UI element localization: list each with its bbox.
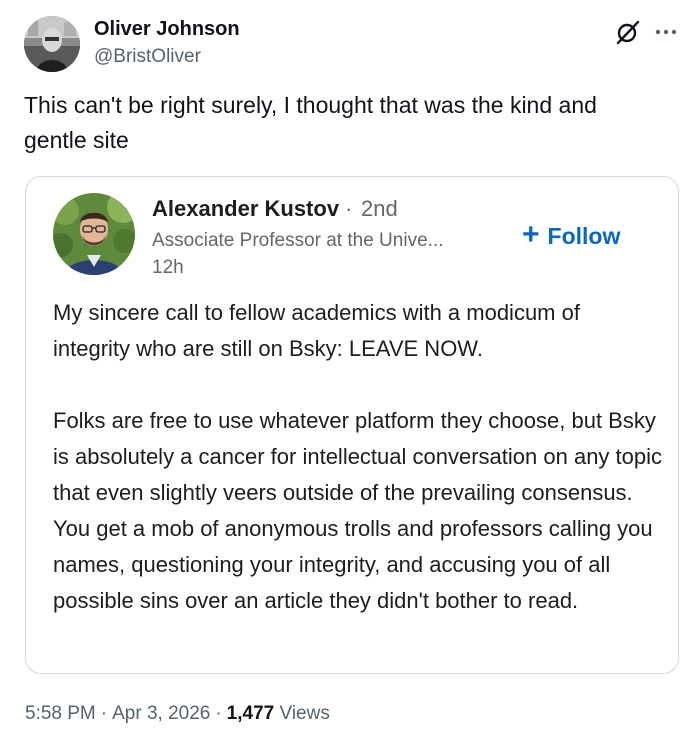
more-options-icon[interactable] — [653, 22, 679, 42]
quoted-paragraph: My sincere call to fellow academics with… — [53, 300, 580, 361]
views-label: Views — [279, 703, 330, 724]
grok-icon[interactable] — [615, 19, 641, 45]
author-handle[interactable]: @BristOliver — [94, 45, 201, 69]
tweet-meta: 5:58 PM · Apr 3, 2026 · 1,477 Views — [25, 701, 330, 727]
quoted-paragraph: Folks are free to use whatever platform … — [53, 408, 663, 613]
quoted-post-card[interactable]: Alexander Kustov · 2nd Associate Profess… — [25, 176, 679, 674]
quoted-post-time: 12h — [152, 257, 184, 278]
quoted-author-separator: · — [345, 196, 353, 221]
quoted-author-title: Associate Professor at the Unive... — [152, 230, 444, 251]
meta-separator: · — [215, 703, 222, 724]
quoted-author-name[interactable]: Alexander Kustov — [152, 195, 339, 223]
meta-separator: · — [100, 703, 108, 724]
post-date[interactable]: Apr 3, 2026 — [112, 703, 210, 724]
tweet-text: This can't be right surely, I thought th… — [24, 92, 597, 153]
follow-button[interactable]: + Follow — [522, 218, 621, 251]
profile-photo-icon — [53, 193, 135, 275]
post-time[interactable]: 5:58 PM — [25, 703, 96, 724]
author-avatar[interactable] — [24, 16, 80, 72]
author-name[interactable]: Oliver Johnson — [94, 17, 240, 41]
quoted-author-avatar[interactable] — [53, 193, 135, 275]
follow-label: Follow — [547, 222, 621, 249]
plus-icon: + — [522, 218, 540, 251]
connection-degree: 2nd — [361, 196, 398, 221]
views-count[interactable]: 1,477 — [227, 703, 275, 724]
profile-photo-icon — [24, 16, 80, 72]
tweet: Oliver Johnson @BristOliver This can't b… — [0, 0, 687, 737]
quoted-post-text: My sincere call to fellow academics with… — [53, 295, 663, 619]
